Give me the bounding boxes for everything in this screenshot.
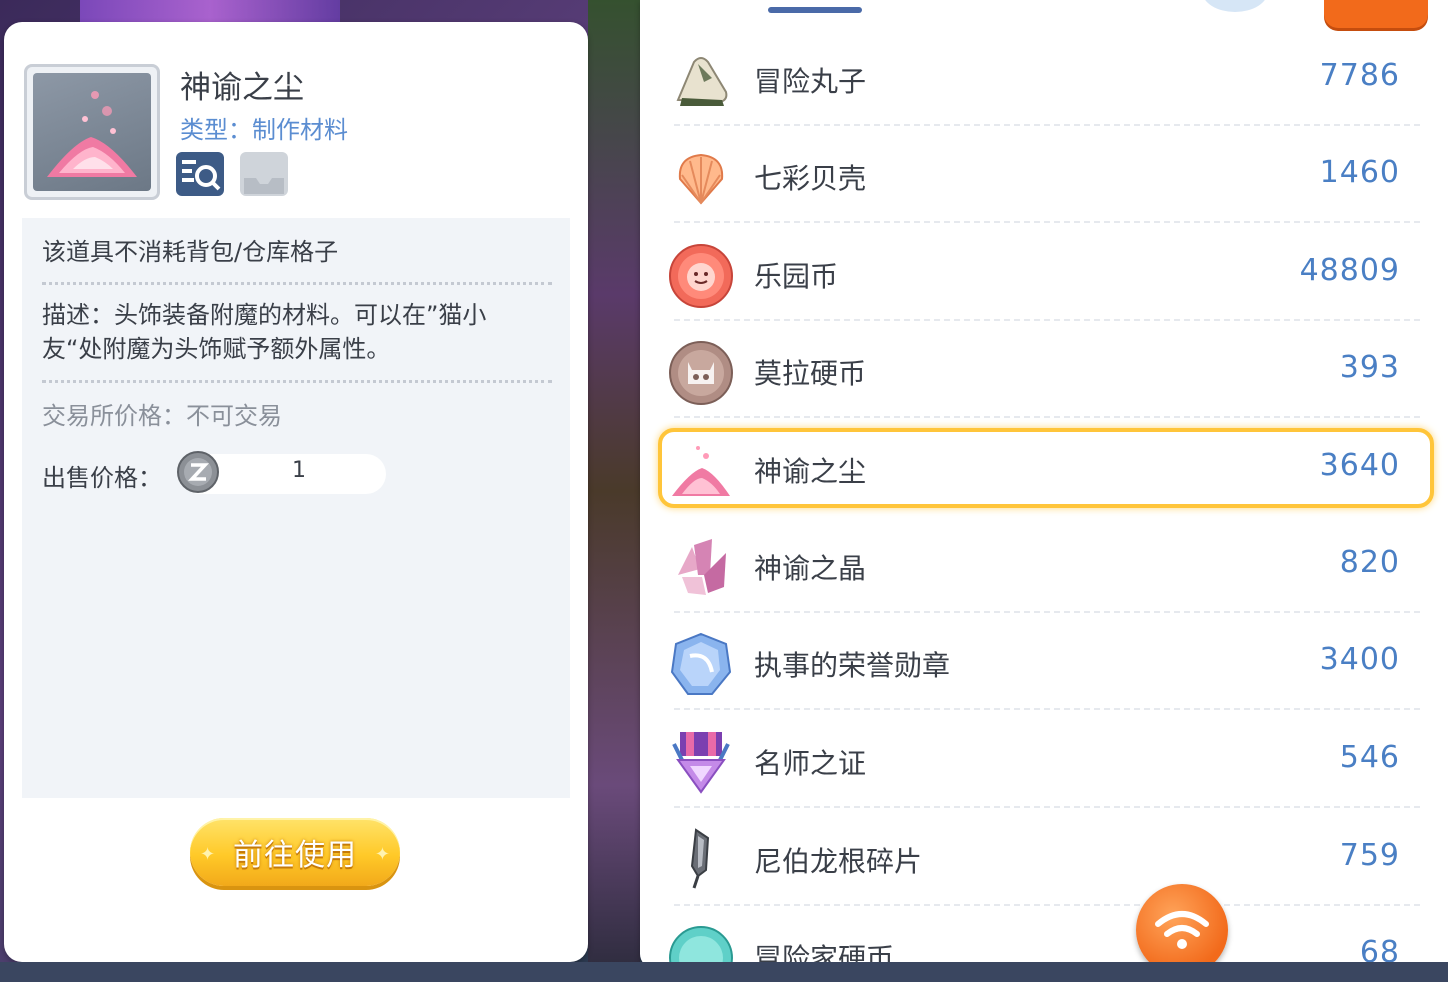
inbox-tray-icon — [240, 152, 288, 196]
oracle-dust-icon — [672, 446, 730, 496]
list-item[interactable]: 尼伯龙根碎片 759 — [660, 810, 1420, 906]
item-count: 393 — [1339, 350, 1400, 385]
sell-price-label: 出售价格： — [42, 464, 162, 492]
item-name: 莫拉硬币 — [754, 357, 867, 390]
item-name: 神谕之晶 — [754, 552, 867, 585]
mora-coin-icon — [669, 341, 733, 405]
go-use-label: 前往使用 — [233, 838, 357, 873]
item-description: 描述：头饰装备附魔的材料。可以在”猫小友“处附魔为头饰赋予额外属性。 — [42, 301, 487, 363]
item-name: 尼伯龙根碎片 — [754, 845, 923, 878]
list-item[interactable]: 冒险家硬币 68 — [660, 907, 1420, 968]
description-box: 该道具不消耗背包/仓库格子 描述：头饰装备附魔的材料。可以在”猫小友“处附魔为头… — [22, 218, 570, 798]
item-count: 3400 — [1319, 642, 1400, 677]
seashell-icon — [678, 153, 724, 205]
background-scene-bottom — [0, 962, 1448, 982]
list-item[interactable]: 莫拉硬币 393 — [660, 322, 1420, 418]
item-title: 神谕之尘 — [180, 70, 304, 106]
list-item[interactable]: 七彩贝壳 1460 — [660, 127, 1420, 223]
item-detail-panel: 神谕之尘 类型：制作材料 该道具不消耗背包/仓库格子 描述：头饰装备附魔的材料。… — [4, 22, 588, 962]
go-use-button[interactable]: ✦ 前往使用 ✦ — [190, 818, 400, 886]
divider — [42, 282, 552, 285]
item-count: 48809 — [1299, 253, 1400, 288]
oracle-dust-icon — [47, 91, 137, 177]
sell-price-value: 1 — [292, 458, 306, 483]
butler-medal-icon — [670, 632, 732, 695]
top-tab-button[interactable] — [1202, 0, 1268, 12]
list-item-selected[interactable]: 神谕之尘 3640 — [660, 420, 1420, 516]
item-name: 神谕之尘 — [754, 455, 867, 488]
trade-price-text: 交易所价格：不可交易 — [42, 402, 282, 430]
list-item[interactable]: 冒险丸子 7786 — [660, 30, 1420, 126]
divider — [42, 380, 552, 383]
rice-ball-icon — [676, 57, 728, 106]
inspect-badge[interactable] — [174, 150, 226, 198]
paradise-coin-icon — [669, 244, 733, 308]
item-count: 759 — [1339, 838, 1400, 873]
list-item[interactable]: 执事的荣誉勋章 3400 — [660, 614, 1420, 710]
item-count: 1460 — [1319, 155, 1400, 190]
item-count: 820 — [1339, 545, 1400, 580]
storage-badge[interactable] — [238, 150, 290, 198]
document-search-icon — [176, 152, 224, 196]
storage-note: 该道具不消耗背包/仓库格子 — [42, 238, 339, 266]
active-tab-indicator — [768, 7, 862, 13]
mentor-badge-icon — [672, 732, 730, 794]
background-scene-gap — [588, 0, 640, 982]
item-name: 冒险丸子 — [754, 65, 867, 98]
item-count: 7786 — [1319, 58, 1400, 93]
zeny-coin-icon — [176, 450, 220, 494]
list-item[interactable]: 名师之证 546 — [660, 712, 1420, 808]
sparkle-icon: ✦ — [374, 844, 390, 865]
list-item[interactable]: 乐园币 48809 — [660, 225, 1420, 321]
item-count: 546 — [1339, 740, 1400, 775]
list-item[interactable]: 神谕之晶 820 — [660, 517, 1420, 613]
item-count: 3640 — [1319, 448, 1400, 483]
item-name: 七彩贝壳 — [754, 162, 867, 195]
item-icon-frame — [24, 64, 160, 200]
item-name: 执事的荣誉勋章 — [754, 649, 951, 682]
top-corner-badge[interactable] — [1324, 0, 1428, 28]
inventory-list-panel[interactable]: 冒险丸子 7786 七彩贝壳 1460 乐园币 48809 莫拉硬币 393 神… — [640, 0, 1448, 968]
nibelungen-shard-icon — [690, 828, 710, 889]
item-name: 名师之证 — [754, 747, 867, 780]
oracle-crystal-icon — [678, 539, 726, 595]
sparkle-icon: ✦ — [200, 844, 216, 865]
item-name: 乐园币 — [754, 260, 839, 293]
item-type-label: 类型：制作材料 — [180, 116, 348, 144]
